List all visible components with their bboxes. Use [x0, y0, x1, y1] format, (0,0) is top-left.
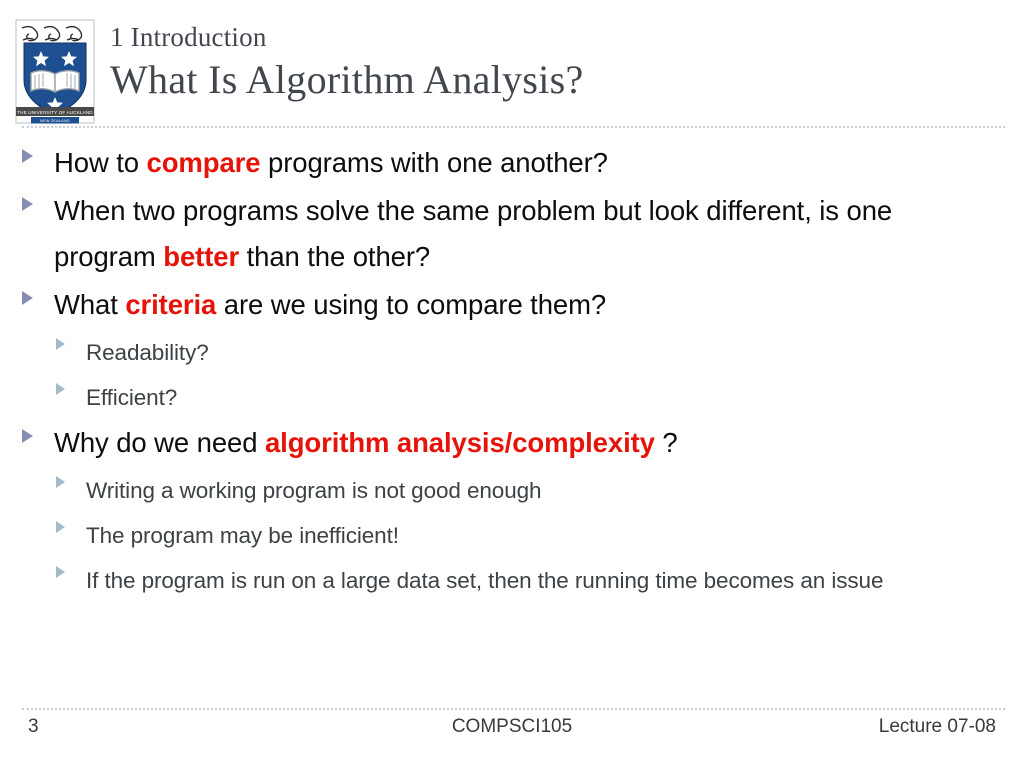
- page-title: What Is Algorithm Analysis?: [110, 57, 584, 102]
- bullet-item-level-1: Why do we need algorithm analysis/comple…: [0, 420, 1024, 466]
- bullet-list: How to compare programs with one another…: [0, 140, 1024, 603]
- triangle-glyph: [22, 149, 33, 163]
- bullet-item-level-2: If the program is run on a large data se…: [0, 558, 1024, 603]
- triangle-glyph: [22, 197, 33, 211]
- emphasised-term: compare: [146, 147, 261, 178]
- triangle-bullet-icon: [22, 282, 54, 305]
- triangle-glyph: [56, 566, 65, 578]
- plain-text: If the program is run on a large data se…: [86, 568, 884, 593]
- bullet-item-level-2: The program may be inefficient!: [0, 513, 1024, 558]
- triangle-bullet-icon: [56, 513, 86, 533]
- footer-course-code: COMPSCI105: [451, 716, 573, 737]
- footer-divider: [22, 708, 1005, 710]
- triangle-bullet-icon: [56, 468, 86, 488]
- svg-text:THE UNIVERSITY OF AUCKLAND: THE UNIVERSITY OF AUCKLAND: [17, 110, 93, 115]
- bullet-text: What criteria are we using to compare th…: [54, 282, 944, 328]
- triangle-glyph: [22, 429, 33, 443]
- emphasised-term: algorithm analysis/complexity: [264, 427, 655, 458]
- bullet-text: Why do we need algorithm analysis/comple…: [54, 420, 944, 466]
- triangle-bullet-icon: [56, 375, 86, 395]
- university-of-auckland-crest-icon: THE UNIVERSITY OF AUCKLAND NEW ZEALAND: [14, 18, 96, 125]
- bullet-item-level-1: What criteria are we using to compare th…: [0, 282, 1024, 328]
- slide-footer: 3 COMPSCI105 Lecture 07-08: [0, 716, 1024, 750]
- triangle-glyph: [22, 291, 33, 305]
- bullet-item-level-2: Writing a working program is not good en…: [0, 468, 1024, 513]
- triangle-glyph: [56, 521, 65, 533]
- bullet-text: Efficient?: [86, 375, 966, 420]
- bullet-text: The program may be inefficient!: [86, 513, 966, 558]
- emphasised-term: better: [163, 241, 240, 272]
- triangle-glyph: [56, 476, 65, 488]
- bullet-text: When two programs solve the same problem…: [54, 188, 944, 280]
- bullet-text: Readability?: [86, 330, 966, 375]
- emphasised-term: criteria: [125, 289, 217, 320]
- bullet-item-level-1: When two programs solve the same problem…: [0, 188, 1024, 280]
- plain-text: Writing a working program is not good en…: [86, 478, 542, 503]
- triangle-bullet-icon: [56, 330, 86, 350]
- bullet-item-level-2: Efficient?: [0, 375, 1024, 420]
- plain-text: What: [54, 289, 126, 320]
- plain-text: The program may be inefficient!: [86, 523, 399, 548]
- plain-text: How to: [54, 147, 147, 178]
- plain-text: programs with one another?: [260, 147, 608, 178]
- plain-text: than the other?: [239, 241, 431, 272]
- triangle-bullet-icon: [22, 188, 54, 211]
- slide-header: THE UNIVERSITY OF AUCKLAND NEW ZEALAND 1…: [0, 0, 1024, 128]
- triangle-glyph: [56, 338, 65, 350]
- plain-text: Why do we need: [54, 427, 265, 458]
- bullet-item-level-2: Readability?: [0, 330, 1024, 375]
- bullet-item-level-1: How to compare programs with one another…: [0, 140, 1024, 186]
- triangle-bullet-icon: [22, 140, 54, 163]
- header-divider: [22, 126, 1005, 128]
- plain-text: Efficient?: [86, 385, 178, 410]
- title-block: 1 Introduction What Is Algorithm Analysi…: [110, 20, 1000, 104]
- section-label: 1 Introduction: [110, 22, 267, 52]
- triangle-bullet-icon: [22, 420, 54, 443]
- triangle-glyph: [56, 383, 65, 395]
- footer-lecture-label: Lecture 07-08: [878, 716, 996, 737]
- plain-text: Readability?: [86, 340, 209, 365]
- bullet-text: How to compare programs with one another…: [54, 140, 944, 186]
- bullet-text: Writing a working program is not good en…: [86, 468, 966, 513]
- plain-text: ?: [654, 427, 678, 458]
- bullet-text: If the program is run on a large data se…: [86, 558, 966, 603]
- svg-text:NEW ZEALAND: NEW ZEALAND: [40, 119, 70, 123]
- triangle-bullet-icon: [56, 558, 86, 578]
- plain-text: are we using to compare them?: [216, 289, 607, 320]
